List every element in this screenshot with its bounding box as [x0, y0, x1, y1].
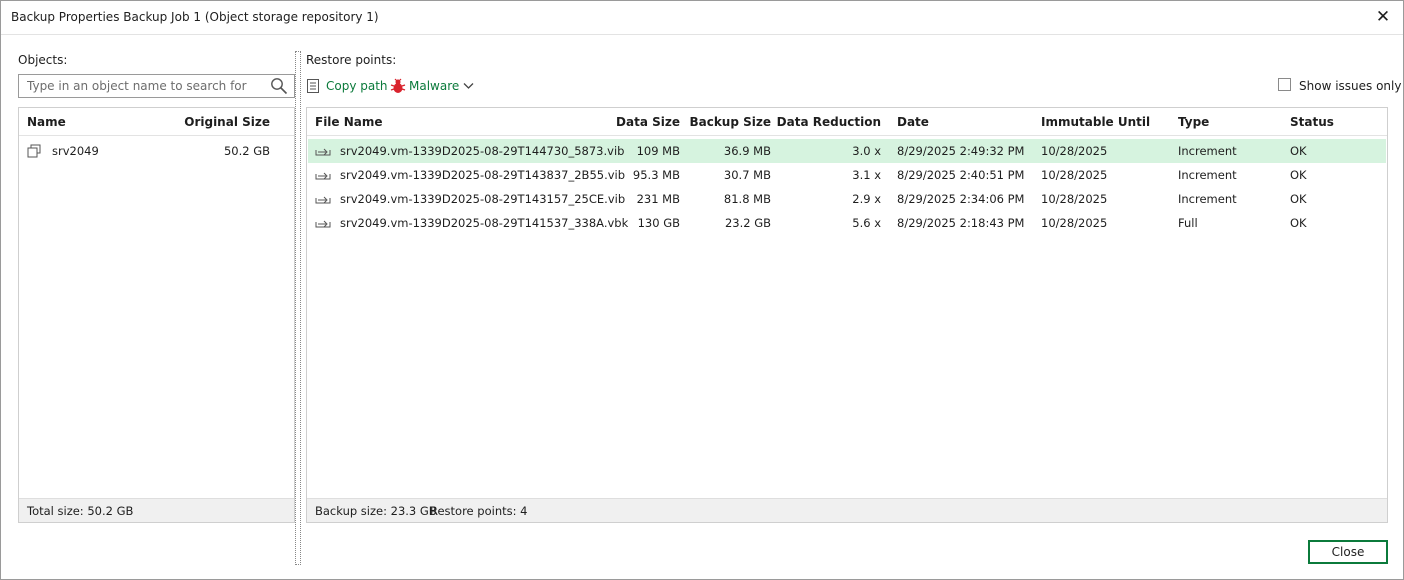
file-name: srv2049.vm-1339D2025-08-29T143837_2B55.v… [340, 168, 626, 182]
backup-file-icon [315, 172, 331, 180]
object-row[interactable]: srv2049 50.2 GB [19, 139, 294, 163]
type: Full [1178, 216, 1198, 230]
restore-points-footer: Backup size: 23.3 GB Restore points: 4 [307, 498, 1387, 522]
immutable-until: 10/28/2025 [1041, 216, 1108, 230]
file-name: srv2049.vm-1339D2025-08-29T141537_338A.v… [340, 216, 629, 230]
restore-point-row[interactable]: srv2049.vm-1339D2025-08-29T143157_25CE.v… [308, 187, 1386, 211]
column-header-data-size[interactable]: Data Size [616, 115, 680, 129]
backup-properties-dialog: Backup Properties Backup Job 1 (Object s… [0, 0, 1404, 580]
objects-label: Objects: [18, 53, 68, 67]
status: OK [1290, 168, 1307, 182]
copy-path-button[interactable]: Copy path [306, 77, 388, 95]
restore-points-table: File Name Data Size Backup Size Data Red… [306, 107, 1388, 523]
backup-size: 81.8 MB [723, 192, 771, 206]
chevron-down-icon [463, 83, 474, 89]
immutable-until: 10/28/2025 [1041, 168, 1108, 182]
data-size: 130 GB [637, 216, 680, 230]
copy-path-label: Copy path [326, 79, 388, 93]
data-size: 109 MB [636, 144, 680, 158]
restore-points-label: Restore points: [306, 53, 397, 67]
column-header-immutable-until[interactable]: Immutable Until [1041, 115, 1150, 129]
vm-icon [27, 144, 41, 158]
file-name: srv2049.vm-1339D2025-08-29T143157_25CE.v… [340, 192, 626, 206]
data-size: 95.3 MB [632, 168, 680, 182]
backup-file-icon [315, 196, 331, 204]
data-size: 231 MB [636, 192, 680, 206]
objects-footer: Total size: 50.2 GB [19, 498, 294, 522]
title-bar: Backup Properties Backup Job 1 (Object s… [1, 1, 1403, 35]
backup-size: 23.2 GB [724, 216, 771, 230]
date: 8/29/2025 2:40:51 PM [897, 168, 1025, 182]
immutable-until: 10/28/2025 [1041, 192, 1108, 206]
copy-path-icon [307, 79, 319, 93]
type: Increment [1178, 168, 1237, 182]
restore-point-row[interactable]: srv2049.vm-1339D2025-08-29T141537_338A.v… [308, 211, 1386, 235]
date: 8/29/2025 2:34:06 PM [897, 192, 1025, 206]
show-issues-label: Show issues only [1299, 79, 1402, 93]
column-header-original-size[interactable]: Original Size [184, 115, 270, 129]
objects-table-header: Name Original Size [19, 108, 294, 136]
immutable-until: 10/28/2025 [1041, 144, 1108, 158]
column-header-date[interactable]: Date [897, 115, 929, 129]
backup-size-text: Backup size: 23.3 GB [315, 504, 437, 518]
malware-dropdown-button[interactable]: Malware [390, 77, 480, 95]
column-header-name[interactable]: Name [27, 115, 66, 129]
close-button[interactable]: Close [1308, 540, 1388, 564]
object-name: srv2049 [52, 144, 99, 158]
type: Increment [1178, 192, 1237, 206]
restore-points-header: File Name Data Size Backup Size Data Red… [307, 108, 1387, 136]
column-header-file-name[interactable]: File Name [315, 115, 383, 129]
status: OK [1290, 216, 1307, 230]
status: OK [1290, 144, 1307, 158]
date: 8/29/2025 2:49:32 PM [897, 144, 1025, 158]
object-search-box[interactable] [18, 74, 295, 98]
panel-splitter[interactable] [295, 51, 301, 565]
backup-file-icon [315, 220, 331, 228]
window-title: Backup Properties Backup Job 1 (Object s… [11, 10, 379, 24]
show-issues-checkbox[interactable] [1278, 78, 1291, 91]
object-search-input[interactable] [19, 75, 264, 97]
column-header-type[interactable]: Type [1178, 115, 1209, 129]
type: Increment [1178, 144, 1237, 158]
column-header-status[interactable]: Status [1290, 115, 1334, 129]
column-header-data-reduction[interactable]: Data Reduction [777, 115, 881, 129]
restore-point-row[interactable]: srv2049.vm-1339D2025-08-29T143837_2B55.v… [308, 163, 1386, 187]
objects-table: Name Original Size srv2049 50.2 GB Total… [18, 107, 295, 523]
data-reduction: 3.0 x [852, 144, 881, 158]
date: 8/29/2025 2:18:43 PM [897, 216, 1025, 230]
column-header-backup-size[interactable]: Backup Size [689, 115, 771, 129]
restore-point-row[interactable]: srv2049.vm-1339D2025-08-29T144730_5873.v… [308, 139, 1386, 163]
search-icon[interactable] [270, 77, 288, 95]
data-reduction: 3.1 x [852, 168, 881, 182]
close-icon[interactable]: ✕ [1373, 7, 1393, 27]
file-name: srv2049.vm-1339D2025-08-29T144730_5873.v… [340, 144, 625, 158]
backup-file-icon [315, 148, 331, 156]
status: OK [1290, 192, 1307, 206]
backup-size: 36.9 MB [723, 144, 771, 158]
malware-label: Malware [409, 79, 460, 93]
restore-points-count-text: Restore points: 4 [430, 504, 528, 518]
data-reduction: 5.6 x [852, 216, 881, 230]
backup-size: 30.7 MB [723, 168, 771, 182]
object-original-size: 50.2 GB [223, 144, 270, 158]
total-size-text: Total size: 50.2 GB [27, 504, 134, 518]
bug-icon [390, 78, 406, 93]
data-reduction: 2.9 x [852, 192, 881, 206]
